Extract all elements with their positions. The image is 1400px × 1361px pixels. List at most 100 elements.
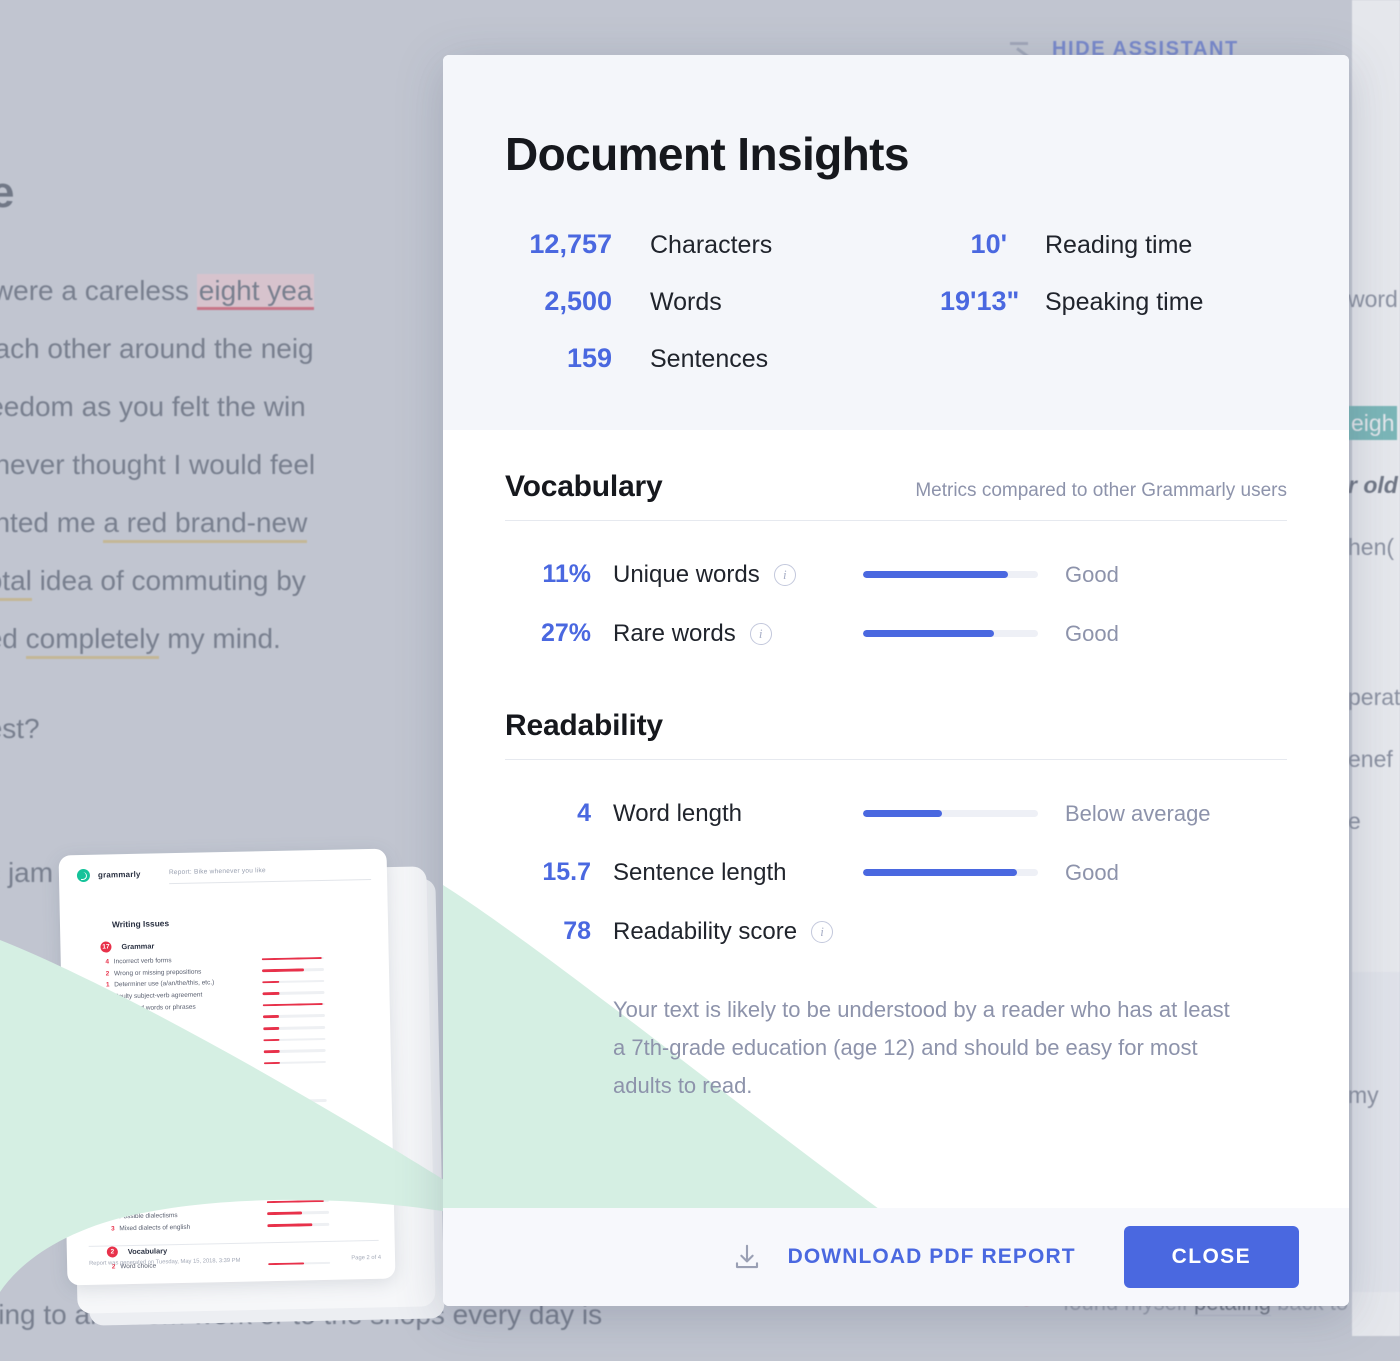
report-section-title: Writing Issues [111,918,170,930]
report-issue-bar [266,1161,329,1166]
report-group-name: Grammar [121,941,155,952]
report-issue-label: Faulty subject-verb agreement [114,991,203,1001]
modal-header: Document Insights 12,757 Characters 10' Rea… [443,55,1349,430]
grammarly-logo-icon [76,868,91,883]
report-issue-bar [262,991,325,996]
report-issue-count: 3 [111,1225,115,1233]
report-group-header: 2 Conciseness [103,1079,373,1096]
report-issue-bar-fill [263,1050,280,1054]
report-issue-bar-fill [263,1026,279,1030]
report-group-count-badge: 8 [104,1122,116,1135]
report-issue-bar [265,1149,328,1154]
report-issue-label: Determiner use (a/an/the/this, etc.) [114,979,215,989]
readability-title: Readability [505,709,663,742]
report-issue-count: 2 [110,1213,115,1221]
report-issue-bar-fill [264,1099,302,1104]
report-issue-bar-fill [263,1061,280,1065]
report-issue-label: Possible dialectisms [119,1212,178,1221]
report-issue-label: Wrong or missing prepositions [113,968,202,978]
metric-progress-fill [863,810,942,817]
report-issue-count: 1 [106,993,110,1001]
report-issue-label: Improper formatting [118,1200,176,1209]
report-group-name: Spelling [125,1123,155,1133]
report-issue-bar [266,1199,329,1204]
metric-name: Readability score i [613,918,863,946]
report-group-count-badge: 17 [100,941,112,953]
readability-metrics: 4 Word length Below average 15.7 Sentence le… [505,784,1287,961]
info-icon[interactable]: i [749,622,772,645]
metric-bar-wrap [863,571,1043,578]
metric-name-label: Word length [613,799,742,827]
metric-row: 4 Word length Below average [505,784,1287,843]
info-icon[interactable]: i [773,563,796,586]
metric-progress-bar [863,810,1038,817]
report-issue-count: 3 [109,1151,114,1159]
report-page-front: grammarly Report: Bike whenever you like… [58,848,396,1286]
report-issue-label: Misspelled words [117,1150,168,1159]
report-group-header: 17 Grammar [100,936,370,953]
report-brand-label: grammarly [97,869,141,880]
readability-section-header: Readability [505,709,1287,760]
download-icon [735,1244,758,1269]
metric-row: 27% Rare words i Good [505,604,1287,663]
vocabulary-note: Metrics compared to other Grammarly user… [915,480,1287,501]
modal-body: Vocabulary Metrics compared to other Gra… [443,430,1349,1105]
metric-value: 27% [540,619,591,647]
report-issue-bar [265,1137,328,1142]
metric-progress-bar [863,630,1038,637]
document-stats: 12,757 Characters 10' Reading time 2,500 Word… [505,229,1349,374]
report-issue-label: Commonly confused words [117,1138,197,1148]
report-page-label: Page 2 of 4 [351,1254,382,1262]
stat-label: Reading time [1045,231,1193,259]
document-insights-modal: Document Insights 12,757 Characters 10' Rea… [443,55,1349,1306]
metric-name: Word length [613,800,863,828]
report-issue-bar [262,1014,325,1019]
report-issue-bar [267,1211,330,1216]
modal-footer: DOWNLOAD PDF REPORT CLOSE [443,1208,1349,1306]
metric-value: 11% [542,560,591,588]
report-issue-bar-fill [267,1223,312,1227]
report-issue-bar-fill [267,1211,302,1216]
report-issue-count: 4 [106,1005,111,1013]
metric-value: 78 [563,917,591,945]
vocabulary-section-header: Vocabulary Metrics compared to other Gra… [505,470,1287,521]
report-issue-bar [264,1099,327,1104]
report-group-name: Vocabulary [127,1246,168,1257]
metric-value: 4 [577,799,591,827]
report-issue-count: 1 [107,1039,111,1047]
metric-rating: Below average [1065,800,1211,826]
report-issue-bar-fill [262,1015,279,1019]
stat-label: Sentences [650,345,769,373]
report-group-name: Conventions [126,1184,172,1195]
metric-value: 15.7 [542,858,591,886]
stat-value: 12,757 [529,229,612,259]
metric-row: 15.7 Sentence length Good [505,843,1287,902]
screen: HIDE ASSISTANT ke you were a careless ei… [0,0,1400,1361]
report-issue-bar [263,1049,326,1054]
metric-progress-fill [863,630,995,637]
vocabulary-metrics: 11% Unique words i Good 27% Rare words i Good [505,545,1287,663]
metric-name: Unique words i [613,561,863,589]
metric-name-label: Readability score [613,917,798,945]
stat-value: 159 [566,343,612,373]
report-issue-bar-fill [262,980,280,984]
info-icon[interactable]: i [811,920,834,943]
report-issue-bar-fill [261,956,322,961]
page-title: Document Insights [505,128,909,180]
metric-bar-wrap [863,869,1043,876]
report-issue-bar [261,956,324,961]
report-issue-count: 4 [110,1202,115,1210]
download-pdf-report-button[interactable]: DOWNLOAD PDF REPORT [732,1242,1076,1272]
download-pdf-report-label: DOWNLOAD PDF REPORT [787,1245,1076,1268]
metric-name: Sentence length [613,859,863,887]
report-issue-label: Conditional sentences [115,1061,180,1070]
metric-name-label: Unique words [613,560,760,588]
report-divider [169,878,372,885]
report-issue-count: 2 [108,1101,113,1109]
metric-row: 78 Readability score i [505,902,1287,961]
report-issue-bar-fill [263,1038,279,1042]
report-issue-count: 2 [109,1163,114,1171]
report-group-header: 8 Spelling [104,1117,374,1135]
metric-bar-wrap [863,810,1043,817]
close-button[interactable]: CLOSE [1123,1226,1299,1288]
